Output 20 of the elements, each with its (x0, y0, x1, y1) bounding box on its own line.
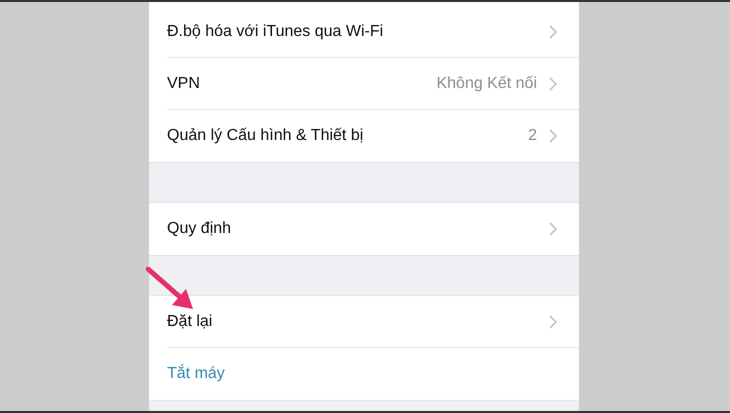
arrow-icon (146, 267, 196, 311)
row-label: Tắt máy (167, 365, 226, 383)
settings-row[interactable]: Tắt máy (149, 348, 579, 400)
chevron-icon (549, 77, 557, 91)
chevron-icon (549, 222, 557, 236)
settings-row[interactable]: Đ.bộ hóa với iTunes qua Wi-Fi (149, 6, 579, 58)
chevron-icon (549, 25, 557, 39)
settings-row[interactable]: Đặt lại (149, 296, 579, 348)
settings-row[interactable]: VPN Không Kết nối (149, 58, 579, 110)
row-label: Đặt lại (167, 313, 214, 331)
row-label: VPN (167, 75, 201, 93)
row-label: Đ.bộ hóa với iTunes qua Wi-Fi (167, 23, 384, 41)
row-label: Quy định (167, 220, 232, 238)
chevron-icon (549, 129, 557, 143)
row-label: Quản lý Cấu hình & Thiết bị (167, 127, 364, 145)
settings-row[interactable]: Quản lý Cấu hình & Thiết bị 2 (149, 110, 579, 162)
row-value: 2 (528, 127, 537, 145)
row-value: Không Kết nối (436, 75, 537, 93)
settings-row[interactable]: Quy định (149, 203, 579, 255)
chevron-icon (549, 315, 557, 329)
